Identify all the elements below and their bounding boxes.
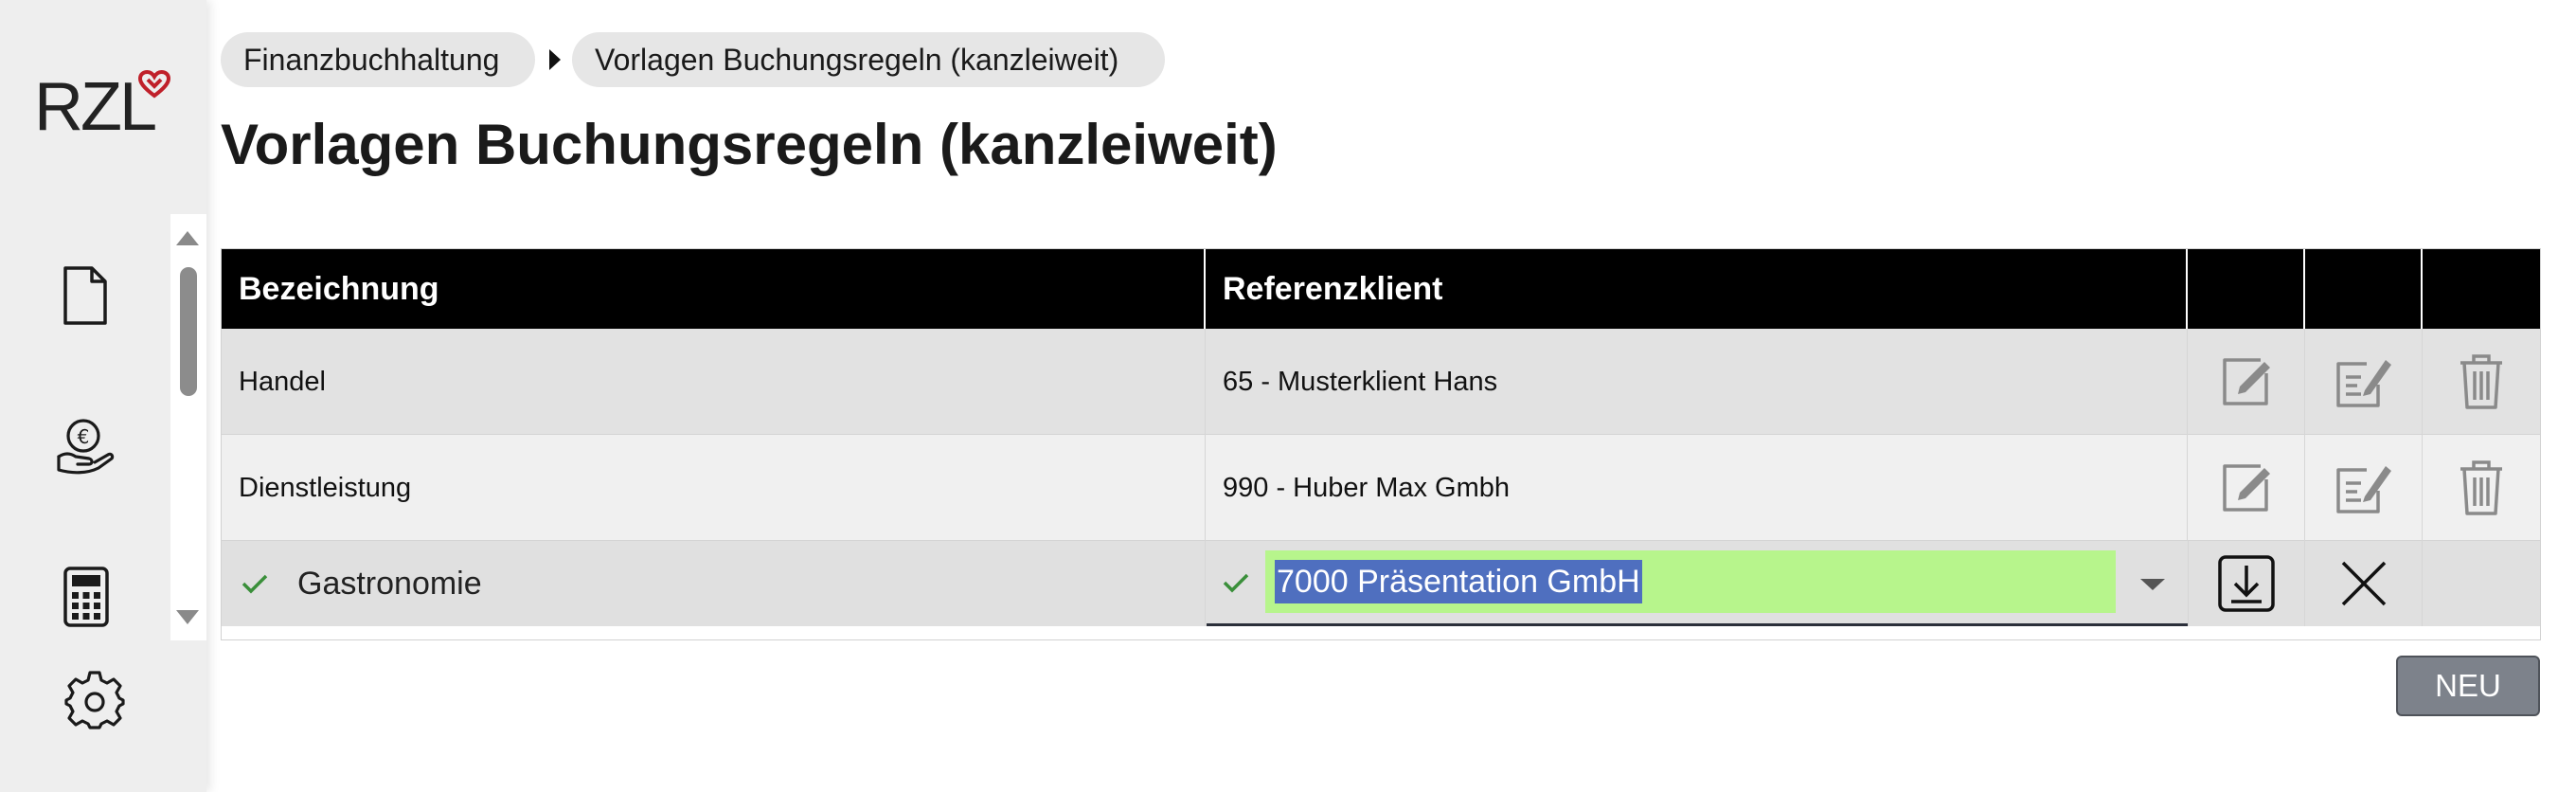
rules-table: Bezeichnung Referenzklient Handel 65 - M… <box>221 248 2541 640</box>
edit-details-button[interactable] <box>2305 435 2423 541</box>
close-icon <box>2341 561 2386 606</box>
referenzklient-input[interactable]: 7000 Präsentation GmbH <box>1265 550 2116 613</box>
column-header-referenzklient[interactable]: Referenzklient <box>1206 249 2188 329</box>
logo-text: RZL <box>34 69 157 145</box>
breadcrumb-item-finanzbuchhaltung[interactable]: Finanzbuchhaltung <box>221 32 535 87</box>
cancel-button[interactable] <box>2305 541 2423 626</box>
delete-button[interactable] <box>2423 329 2540 435</box>
breadcrumb-separator-icon <box>549 49 561 70</box>
heart-icon <box>138 70 170 99</box>
cell-bezeichnung: Dienstleistung <box>239 472 412 503</box>
calculator-icon[interactable] <box>53 561 119 633</box>
edit-pencil-icon <box>2222 358 2270 405</box>
edit-button[interactable] <box>2188 435 2305 541</box>
scroll-up-arrow-icon[interactable] <box>176 231 199 245</box>
trash-icon <box>2460 354 2502 409</box>
edit-details-button[interactable] <box>2305 329 2423 435</box>
cell-referenzklient: 990 - Huber Max Gmbh <box>1223 472 1511 503</box>
scroll-down-arrow-icon[interactable] <box>176 610 199 624</box>
dropdown-caret-icon[interactable] <box>2140 579 2165 590</box>
trash-icon <box>2460 460 2502 515</box>
save-button[interactable] <box>2188 541 2305 626</box>
edit-button[interactable] <box>2188 329 2305 435</box>
check-icon <box>1223 573 1249 593</box>
table-row[interactable]: Dienstleistung 990 - Huber Max Gmbh <box>222 435 2540 541</box>
column-header-edit <box>2188 249 2305 329</box>
edit-pencil-icon <box>2222 464 2270 512</box>
rzl-logo[interactable]: RZL <box>34 69 176 145</box>
edit-note-icon <box>2335 360 2391 407</box>
check-icon <box>242 574 268 594</box>
delete-button[interactable] <box>2423 435 2540 541</box>
cell-bezeichnung: Handel <box>239 366 326 397</box>
column-header-delete <box>2423 249 2540 329</box>
cell-referenzklient: 65 - Musterklient Hans <box>1223 366 1498 397</box>
table-row[interactable]: Handel 65 - Musterklient Hans <box>222 329 2540 435</box>
scrollbar-thumb[interactable] <box>180 267 197 396</box>
referenzklient-combobox[interactable]: 7000 Präsentation GmbH <box>1207 541 2188 626</box>
sidebar: RZL € <box>0 0 206 792</box>
bezeichnung-edit-value[interactable]: Gastronomie <box>297 566 482 603</box>
euro-hand-icon[interactable]: € <box>51 411 119 479</box>
gear-icon[interactable] <box>61 665 129 733</box>
edit-note-icon <box>2335 466 2391 513</box>
document-icon[interactable] <box>55 261 116 330</box>
new-button[interactable]: NEU <box>2396 656 2540 716</box>
table-header: Bezeichnung Referenzklient <box>222 249 2540 329</box>
svg-text:€: € <box>78 425 90 448</box>
selected-text: 7000 Präsentation GmbH <box>1275 560 1642 603</box>
save-download-icon <box>2218 555 2275 612</box>
column-header-edit-details <box>2305 249 2423 329</box>
table-row-editing[interactable]: Gastronomie 7000 Präsentation GmbH <box>222 541 2540 626</box>
breadcrumb-item-current[interactable]: Vorlagen Buchungsregeln (kanzleiweit) <box>572 32 1165 87</box>
page-title: Vorlagen Buchungsregeln (kanzleiweit) <box>221 113 1278 176</box>
column-header-bezeichnung[interactable]: Bezeichnung <box>222 249 1206 329</box>
